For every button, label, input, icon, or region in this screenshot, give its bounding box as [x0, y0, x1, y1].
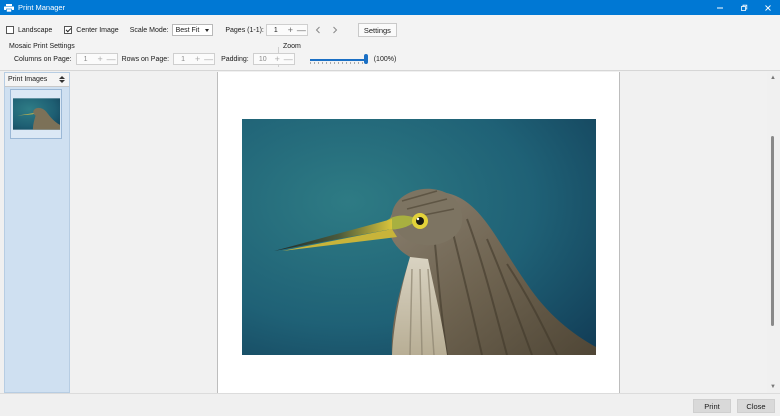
minus-icon[interactable]: —: [296, 25, 307, 35]
toolbar-divider: [0, 70, 780, 71]
rows-value[interactable]: 1: [174, 56, 192, 63]
restore-button[interactable]: [732, 0, 756, 15]
footer-bar: Print Close: [0, 393, 780, 416]
heron-thumbnail-image: [13, 98, 60, 130]
heron-photo: [242, 119, 596, 355]
zoom-slider-ticks: [309, 62, 368, 64]
zoom-label: Zoom: [283, 43, 301, 50]
minus-icon[interactable]: —: [106, 54, 117, 64]
chevron-right-icon: [333, 26, 338, 34]
landscape-label: Landscape: [18, 26, 53, 34]
vertical-scrollbar[interactable]: ▲ ▼: [767, 72, 779, 393]
sort-icon[interactable]: [59, 76, 65, 83]
window-title: Print Manager: [18, 3, 66, 12]
minus-icon[interactable]: —: [283, 54, 294, 64]
mosaic-heading: Mosaic Print Settings: [9, 43, 75, 50]
print-images-panel: Print Images: [4, 72, 70, 393]
plus-icon[interactable]: +: [95, 54, 106, 64]
chevron-left-icon: [315, 26, 320, 34]
pages-stepper[interactable]: 1 + —: [265, 24, 308, 36]
printer-icon: [4, 3, 14, 12]
scale-mode-label: Scale Mode:: [129, 26, 169, 34]
minimize-icon: [717, 7, 723, 8]
next-page-button[interactable]: [329, 24, 341, 36]
columns-stepper[interactable]: 1 + —: [75, 53, 118, 65]
scale-mode-select[interactable]: Best Fit: [171, 24, 214, 36]
toolbar: Landscape Center Image Scale Mode: Best …: [0, 15, 780, 70]
print-images-title: Print Images: [8, 76, 48, 83]
mosaic-row: Columns on Page: 1 + — Rows on Page: 1 +…: [14, 52, 396, 66]
zoom-value: (100%): [373, 55, 397, 63]
print-images-header[interactable]: Print Images: [5, 73, 69, 87]
close-window-button[interactable]: [756, 0, 780, 15]
columns-value[interactable]: 1: [77, 56, 95, 63]
close-button[interactable]: Close: [737, 399, 775, 413]
padding-value[interactable]: 10: [254, 56, 272, 63]
pages-label: Pages (1-1):: [225, 26, 264, 34]
zoom-slider[interactable]: [309, 53, 368, 65]
minimize-button[interactable]: [708, 0, 732, 15]
image-thumbnail[interactable]: [10, 89, 62, 139]
chevron-down-icon: [205, 28, 210, 32]
zoom-slider-track[interactable]: [309, 59, 368, 61]
toolbar-row: Landscape Center Image Scale Mode: Best …: [6, 23, 397, 37]
scroll-up-icon[interactable]: ▲: [767, 72, 779, 84]
scroll-down-icon[interactable]: ▼: [767, 381, 779, 393]
plus-icon[interactable]: +: [272, 54, 283, 64]
print-button[interactable]: Print: [693, 399, 731, 413]
plus-icon[interactable]: +: [285, 25, 296, 35]
previous-page-button[interactable]: [312, 24, 324, 36]
title-bar: Print Manager: [0, 0, 780, 15]
landscape-checkbox-box[interactable]: [6, 26, 14, 34]
minus-icon[interactable]: —: [203, 54, 214, 64]
center-image-checkbox[interactable]: Center Image: [64, 23, 119, 37]
landscape-checkbox[interactable]: Landscape: [6, 23, 52, 37]
center-image-label: Center Image: [76, 26, 119, 34]
columns-label: Columns on Page:: [14, 55, 72, 63]
pages-value[interactable]: 1: [267, 27, 285, 34]
close-icon: [765, 4, 771, 11]
center-image-checkbox-box[interactable]: [64, 26, 73, 34]
scrollbar-thumb[interactable]: [771, 136, 774, 326]
plus-icon[interactable]: +: [192, 54, 203, 64]
rows-stepper[interactable]: 1 + —: [173, 53, 216, 65]
padding-label: Padding:: [221, 55, 249, 63]
restore-icon: [741, 4, 748, 11]
padding-stepper[interactable]: 10 + —: [252, 53, 295, 65]
rows-label: Rows on Page:: [121, 55, 170, 63]
scale-mode-value: Best Fit: [175, 26, 200, 34]
settings-button[interactable]: Settings: [357, 23, 397, 37]
zoom-slider-thumb[interactable]: [363, 54, 368, 64]
